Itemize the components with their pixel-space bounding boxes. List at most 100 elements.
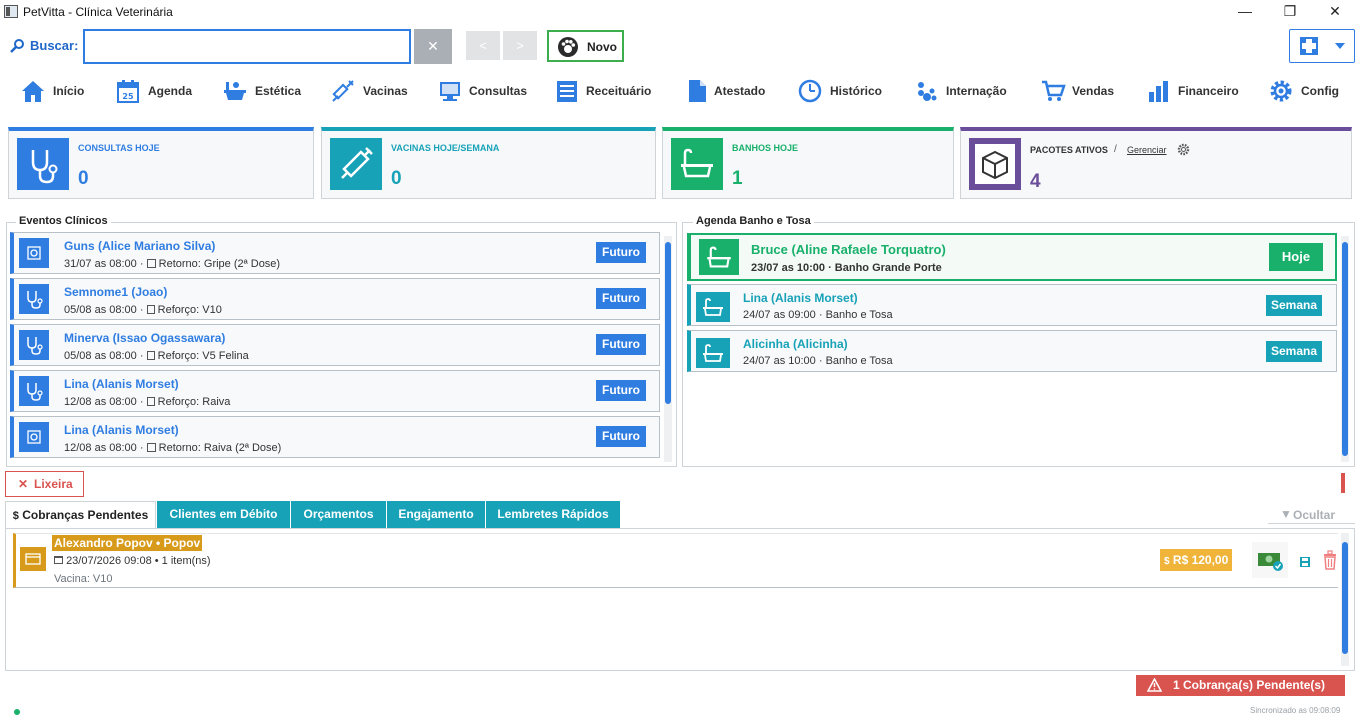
- bath-row[interactable]: Lina (Alanis Morset) 24/07 as 09:00 · Ba…: [687, 284, 1337, 326]
- menu-item-atestado[interactable]: Atestado: [684, 76, 768, 106]
- menu-item-vacinas[interactable]: Vacinas: [330, 76, 410, 106]
- close-button[interactable]: ✕: [1312, 0, 1358, 24]
- pending-charges-button[interactable]: 1 Cobrança(s) Pendente(s): [1136, 675, 1345, 696]
- grooming-scrollbar[interactable]: [1341, 236, 1349, 462]
- credit-card-icon: [20, 547, 46, 571]
- card-vacinas: VACINAS HOJE/SEMANA 0: [321, 127, 656, 199]
- title-bar: PetVitta - Clínica Veterinária — ❐ ✕: [0, 0, 1360, 24]
- home-icon: [22, 81, 44, 102]
- prev-button[interactable]: <: [466, 31, 500, 60]
- connection-status-dot: [14, 709, 20, 715]
- sync-status: Sincronizado as 09:08:09: [1250, 706, 1341, 715]
- layout-menu-button[interactable]: [1289, 29, 1355, 63]
- tab-orcamentos[interactable]: Orçamentos: [291, 501, 386, 528]
- return-icon: [146, 443, 156, 452]
- money-bag-icon: $: [1164, 556, 1170, 567]
- bathtub-icon: [696, 292, 730, 322]
- paw-icon: [558, 37, 578, 57]
- stethoscope-icon: [19, 376, 49, 406]
- save-icon[interactable]: [1299, 556, 1311, 568]
- calendar-icon: [54, 556, 63, 564]
- hide-button[interactable]: ▼ Ocultar: [1268, 506, 1355, 524]
- close-icon: ✕: [18, 477, 29, 491]
- triangle-down-icon: ▼: [1280, 507, 1292, 521]
- gear-icon[interactable]: [1177, 143, 1190, 156]
- client-name: Alexandro Popov • Popov: [52, 535, 203, 551]
- calendar-icon: 25: [117, 80, 139, 103]
- syringe-icon: [332, 80, 354, 102]
- tab-clientes-em-debito[interactable]: Clientes em Débito: [157, 501, 290, 528]
- bathtub-icon: [699, 239, 739, 275]
- card-banhos-hoje: BANHOS HOJE 1: [662, 127, 954, 199]
- charges-scrollbar[interactable]: [1341, 533, 1349, 666]
- status-badge: Semana: [1266, 295, 1322, 316]
- scroll-thumb[interactable]: [1342, 242, 1348, 456]
- menu-item-financeiro[interactable]: Financeiro: [1146, 76, 1242, 106]
- event-row[interactable]: Lina (Alanis Morset) 12/08 as 08:00 · Re…: [10, 416, 660, 458]
- event-row[interactable]: Minerva (Issao Ogassawara) 05/08 as 08:0…: [10, 324, 660, 366]
- stethoscope-icon: [19, 330, 49, 360]
- trash-icon[interactable]: [1322, 550, 1338, 570]
- stethoscope-icon: [19, 284, 49, 314]
- scroll-thumb[interactable]: [1342, 542, 1348, 654]
- money-icon: $: [12, 510, 19, 522]
- next-button[interactable]: >: [503, 31, 537, 60]
- grooming-schedule-title: Agenda Banho e Tosa: [693, 215, 814, 227]
- window-title: PetVitta - Clínica Veterinária: [23, 5, 173, 19]
- charge-amount: $ R$ 120,00: [1160, 549, 1233, 571]
- syringe-icon: [330, 138, 382, 190]
- booster-icon: [146, 397, 155, 406]
- manage-packages-link[interactable]: Gerenciar: [1127, 145, 1167, 155]
- clock-icon: [798, 79, 822, 103]
- card-pacotes-ativos: PACOTES ATIVOS / Gerenciar 4: [960, 127, 1352, 199]
- menu-item-internacao[interactable]: Internação: [913, 76, 1011, 106]
- paw-icon: [918, 82, 937, 101]
- clear-search-button[interactable]: ✕: [414, 29, 452, 64]
- bath-row[interactable]: Alicinha (Alicinha) 24/07 as 10:00 · Ban…: [687, 330, 1337, 372]
- bath-row-today[interactable]: Bruce (Aline Rafaele Torquatro) 23/07 as…: [687, 233, 1337, 281]
- menu-item-estetica[interactable]: Estética: [222, 76, 306, 106]
- banhos-hoje-count: 1: [732, 168, 743, 189]
- alert-indicator: [1341, 473, 1345, 493]
- tab-cobrancas-pendentes[interactable]: $ Cobranças Pendentes: [5, 501, 156, 528]
- new-button[interactable]: Novo: [547, 30, 624, 62]
- charge-row[interactable]: Alexandro Popov • Popov 23/07/2026 09:08…: [13, 533, 1338, 588]
- trash-button[interactable]: ✕ Lixeira: [5, 471, 84, 497]
- menu-item-historico[interactable]: Histórico: [797, 76, 885, 106]
- status-badge: Futuro: [596, 426, 646, 447]
- status-badge: Futuro: [596, 242, 646, 263]
- list-icon: [557, 81, 577, 102]
- bathtub-icon: [224, 82, 246, 100]
- stethoscope-icon: [17, 138, 69, 190]
- status-badge: Futuro: [596, 334, 646, 355]
- tab-lembretes-rapidos[interactable]: Lembretes Rápidos: [486, 501, 620, 528]
- menu-item-vendas[interactable]: Vendas: [1040, 76, 1118, 106]
- events-scrollbar[interactable]: [664, 236, 672, 462]
- status-badge: Hoje: [1269, 243, 1323, 271]
- monitor-icon: [440, 82, 460, 101]
- minimize-button[interactable]: —: [1222, 0, 1268, 24]
- clinical-events-title: Eventos Clínicos: [16, 215, 111, 227]
- pacotes-ativos-count: 4: [1030, 171, 1041, 192]
- event-row[interactable]: Lina (Alanis Morset) 12/08 as 08:00 · Re…: [10, 370, 660, 412]
- menu-item-agenda[interactable]: 25 Agenda: [115, 76, 197, 106]
- booster-icon: [146, 351, 155, 360]
- return-icon: [146, 259, 156, 268]
- scroll-thumb[interactable]: [665, 242, 671, 404]
- event-row[interactable]: Guns (Alice Mariano Silva) 31/07 as 08:0…: [10, 232, 660, 274]
- cart-icon: [1042, 80, 1066, 101]
- menu-item-config[interactable]: Config: [1268, 76, 1340, 106]
- event-row[interactable]: Semnome1 (Joao) 05/08 as 08:00 · Reforço…: [10, 278, 660, 320]
- grid-icon: [1300, 37, 1318, 55]
- app-icon: [4, 5, 18, 18]
- menu-item-consultas[interactable]: Consultas: [437, 76, 527, 106]
- receive-payment-icon[interactable]: [1252, 542, 1288, 578]
- chevron-down-icon: [1335, 43, 1345, 49]
- search-input[interactable]: [83, 29, 411, 64]
- card-consultas-hoje: CONSULTAS HOJE 0: [8, 127, 314, 199]
- vacinas-count: 0: [391, 168, 402, 189]
- menu-item-receituario[interactable]: Receituário: [554, 76, 654, 106]
- maximize-button[interactable]: ❐: [1267, 0, 1313, 24]
- menu-item-inicio[interactable]: Início: [20, 76, 92, 106]
- tab-engajamento[interactable]: Engajamento: [387, 501, 485, 528]
